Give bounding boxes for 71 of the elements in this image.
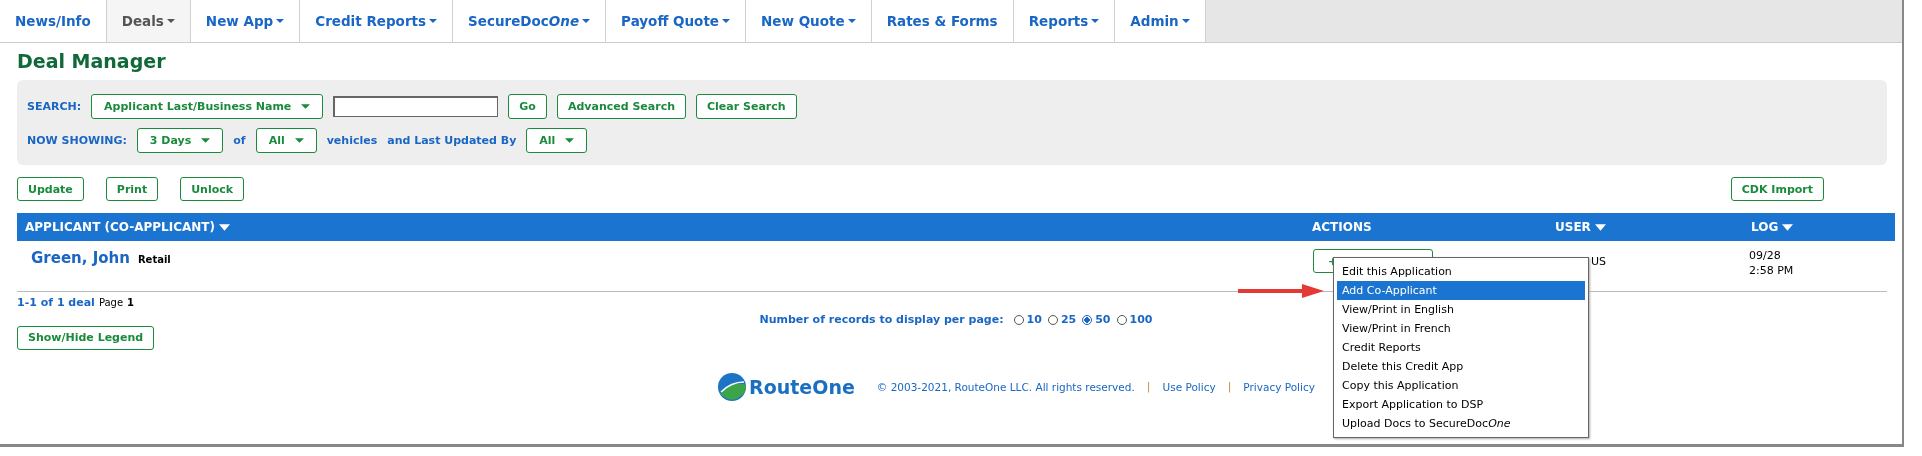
toolbar-button[interactable]: Update: [17, 177, 84, 201]
now-showing-label: NOW SHOWING:: [27, 134, 127, 147]
search-label: SEARCH:: [27, 100, 82, 113]
search-field[interactable]: [333, 96, 499, 117]
copyright-text: © 2003-2021, RouteOne LLC. All rights reserved.: [876, 380, 1135, 393]
log-date: 09/28: [1749, 249, 1781, 262]
user-cell: US: [1591, 255, 1607, 268]
nav-tab[interactable]: News/Info: [0, 0, 107, 42]
per-page-option: 100: [1129, 313, 1153, 326]
days-select[interactable]: 3 Days: [136, 128, 224, 153]
nav-tab[interactable]: Payoff Quote: [606, 0, 746, 42]
cdk-import-button[interactable]: CDK Import: [1730, 177, 1824, 201]
separator: |: [1227, 380, 1232, 393]
menu-item[interactable]: Edit this Application: [1337, 262, 1585, 281]
brand-name: RouteOne: [749, 375, 855, 398]
menu-item[interactable]: Add Co-Applicant: [1337, 281, 1585, 300]
per-page-label: Number of records to display per page:: [759, 313, 1004, 326]
column-header[interactable]: USER: [1535, 220, 1735, 234]
go-button[interactable]: Go: [508, 94, 547, 119]
dropdown-caret-icon: [294, 138, 304, 143]
nav-tab[interactable]: Reports: [1013, 0, 1116, 42]
menu-item[interactable]: Export Application to DSP: [1337, 395, 1585, 414]
column-header: ACTIONS: [1311, 220, 1373, 234]
nav-tab[interactable]: New Quote: [746, 0, 872, 42]
user-select[interactable]: All: [526, 128, 588, 153]
menu-item[interactable]: Delete this Credit App: [1337, 357, 1585, 376]
of-label: of: [233, 134, 246, 147]
updated-by-label: and Last Updated By: [387, 134, 517, 147]
toolbar-button[interactable]: Unlock: [180, 177, 245, 201]
per-page-option: 10: [1026, 313, 1042, 326]
sort-caret-icon[interactable]: [219, 223, 230, 231]
nav-tab[interactable]: New App: [190, 0, 301, 42]
toolbar-button[interactable]: Print: [105, 177, 159, 201]
nav-tab[interactable]: Credit Reports: [300, 0, 454, 42]
deal-count: 1-1 of 1 deal: [17, 296, 95, 309]
vehicles-select[interactable]: All: [255, 128, 317, 153]
radio-button[interactable]: [1082, 314, 1093, 325]
per-page-option: 25: [1060, 313, 1077, 326]
page-title: Deal Manager: [17, 50, 167, 72]
footer-link[interactable]: Use Policy: [1162, 380, 1216, 393]
search-type-select[interactable]: Applicant Last/Business Name: [91, 94, 324, 119]
logo-icon: [717, 371, 748, 402]
sort-caret-icon[interactable]: [1782, 223, 1794, 231]
advanced-search-button[interactable]: Advanced Search: [556, 94, 686, 119]
page-label: Page: [98, 297, 124, 308]
applicant-link[interactable]: Green, John: [31, 249, 130, 267]
log-time: 2:58 PM: [1749, 264, 1794, 277]
footer-link[interactable]: Privacy Policy: [1243, 380, 1315, 393]
vehicles-label: vehicles: [326, 134, 378, 147]
menu-item[interactable]: View/Print in French: [1337, 319, 1585, 338]
column-header[interactable]: APPLICANT (CO-APPLICANT): [17, 220, 1295, 234]
menu-item[interactable]: Copy this Application: [1337, 376, 1585, 395]
dropdown-caret-icon: [201, 138, 211, 143]
menu-item[interactable]: View/Print in English: [1337, 300, 1585, 319]
menu-item[interactable]: Credit Reports: [1337, 338, 1585, 357]
sort-caret-icon[interactable]: [1594, 223, 1606, 231]
nav-tab[interactable]: Deals: [106, 0, 191, 42]
deal-type: Retail: [137, 254, 171, 265]
clear-search-button[interactable]: Clear Search: [696, 94, 797, 119]
column-header[interactable]: LOG: [1735, 220, 1794, 234]
separator: |: [1146, 380, 1151, 393]
dropdown-caret-icon: [565, 138, 575, 143]
show-hide-legend-button[interactable]: Show/Hide Legend: [17, 325, 155, 350]
nav-tab[interactable]: SecureDocOne: [453, 0, 607, 42]
menu-item[interactable]: Upload Docs to SecureDocOne: [1337, 414, 1585, 433]
nav-tab[interactable]: Admin: [1115, 0, 1206, 42]
nav-tab[interactable]: Rates & Forms: [871, 0, 1014, 42]
page-number: 1: [127, 297, 135, 308]
per-page-option: 50: [1095, 313, 1111, 326]
arrow-icon: [1238, 284, 1324, 298]
dropdown-caret-icon: [301, 104, 311, 109]
